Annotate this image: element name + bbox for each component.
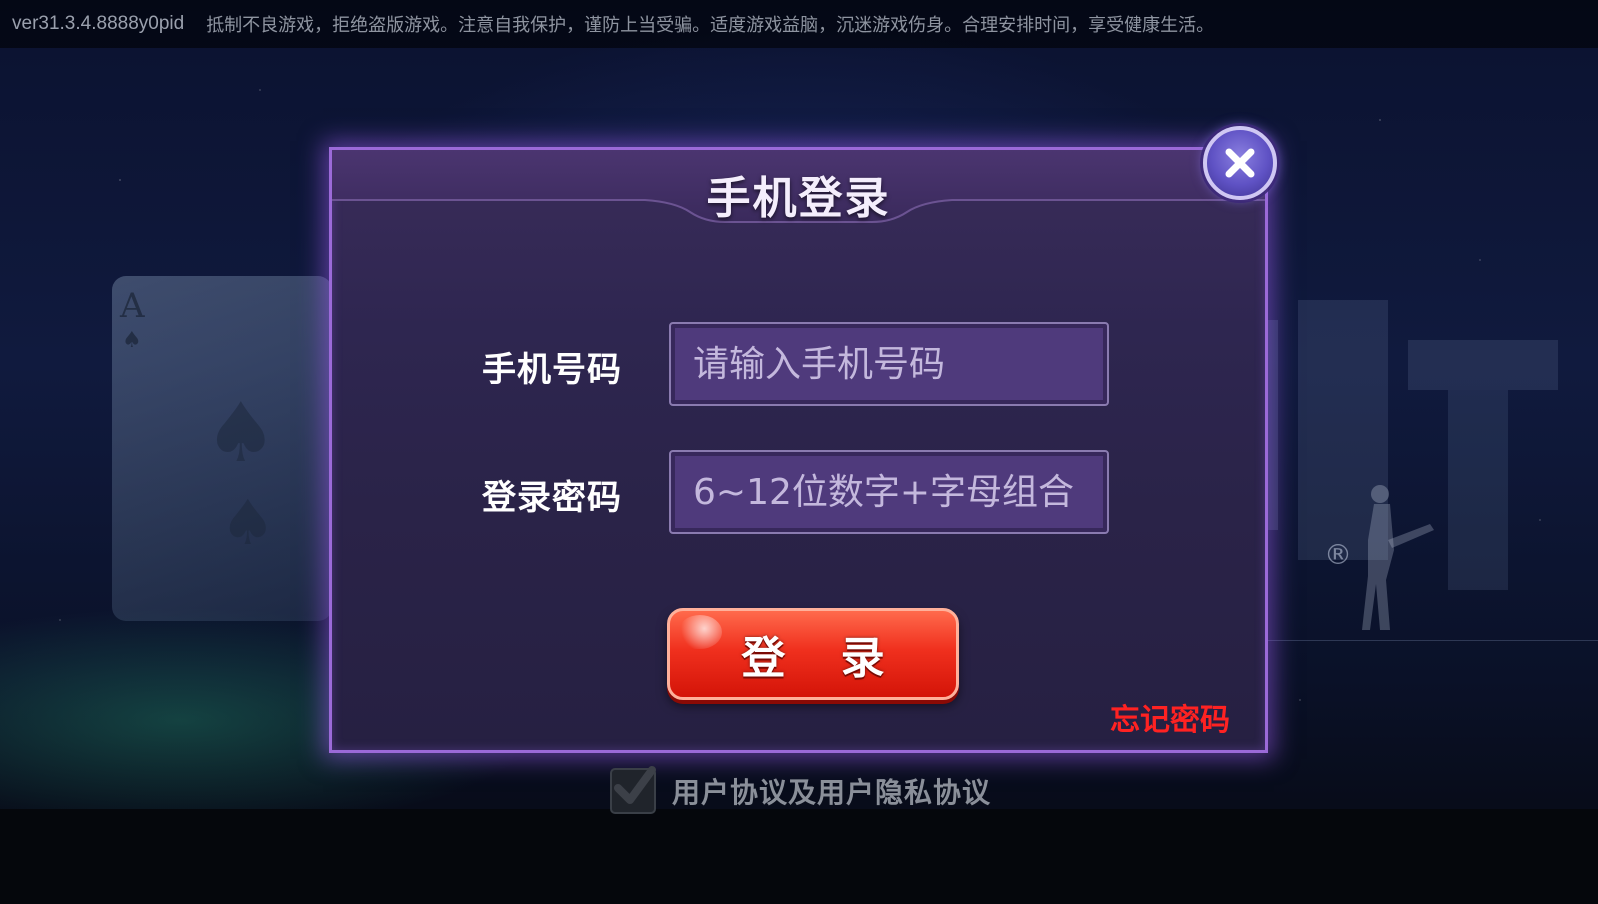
user-agreement-link[interactable]: 用户协议及用户隐私协议 bbox=[672, 771, 991, 811]
phone-number-label: 手机号码 bbox=[482, 350, 622, 390]
game-login-screen: A ♠ ♠ ♠ ® ver31.3.4.8888y0pid 抵制不良游戏，拒绝盗… bbox=[0, 0, 1598, 904]
dialog-title: 手机登录 bbox=[706, 173, 891, 224]
card-rank: A bbox=[120, 286, 145, 326]
background-guitarist-silhouette bbox=[1362, 485, 1434, 630]
forgot-password-link[interactable]: 忘记密码 bbox=[1110, 695, 1230, 739]
version-label: ver31.3.4.8888y0pid bbox=[12, 13, 185, 34]
registered-mark: ® bbox=[1324, 538, 1352, 571]
button-shine-decoration bbox=[678, 615, 722, 649]
login-password-input[interactable] bbox=[669, 450, 1109, 534]
dialog-header: 手机登录 bbox=[332, 150, 1265, 230]
background-playing-card: A ♠ ♠ ♠ bbox=[112, 276, 332, 621]
login-button[interactable]: 登 录 bbox=[667, 608, 959, 700]
spade-large-icon: ♠ bbox=[204, 386, 278, 481]
phone-number-input[interactable] bbox=[669, 322, 1109, 406]
bottom-dark-strip bbox=[0, 809, 1598, 904]
login-button-label: 登 录 bbox=[741, 633, 905, 684]
top-notice-bar: ver31.3.4.8888y0pid 抵制不良游戏，拒绝盗版游戏。注意自我保护… bbox=[0, 0, 1598, 48]
close-icon bbox=[1225, 148, 1255, 178]
spade-shadow-icon: ♠ bbox=[220, 486, 276, 559]
agreement-row: 用户协议及用户隐私协议 bbox=[610, 766, 991, 814]
close-dialog-button[interactable] bbox=[1203, 126, 1277, 200]
login-password-label: 登录密码 bbox=[482, 478, 622, 518]
spade-icon: ♠ bbox=[122, 328, 142, 353]
health-notice-text: 抵制不良游戏，拒绝盗版游戏。注意自我保护，谨防上当受骗。适度游戏益脑，沉迷游戏伤… bbox=[206, 15, 1215, 36]
background-ground-line bbox=[1250, 640, 1598, 641]
agreement-checkbox[interactable] bbox=[610, 766, 656, 814]
checkmark-icon bbox=[614, 766, 656, 804]
